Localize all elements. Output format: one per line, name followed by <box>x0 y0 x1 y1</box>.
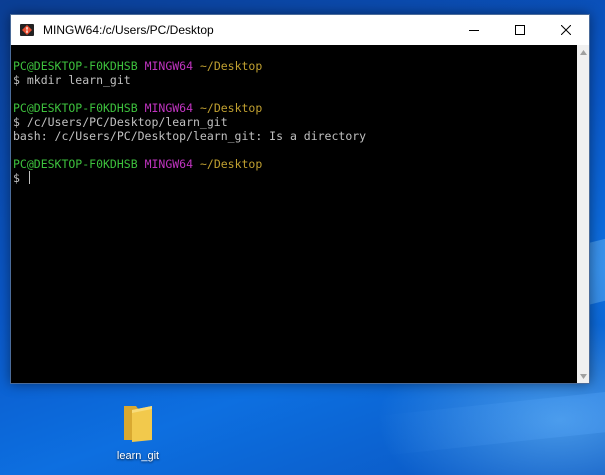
prompt-path: ~/Desktop <box>199 59 263 73</box>
git-bash-icon <box>20 24 34 36</box>
prompt-path: ~/Desktop <box>199 157 263 171</box>
title-bar[interactable]: MINGW64:/c/Users/PC/Desktop <box>11 15 589 45</box>
vertical-scrollbar[interactable] <box>577 45 589 383</box>
output-line: bash: /c/Users/PC/Desktop/learn_git: Is … <box>13 129 367 143</box>
window-title: MINGW64:/c/Users/PC/Desktop <box>43 23 214 37</box>
prompt-line: PC@DESKTOP-F0KDHSB MINGW64 ~/Desktop <box>13 101 577 115</box>
scroll-up-button[interactable] <box>577 45 589 59</box>
close-button[interactable] <box>543 15 589 45</box>
text-cursor <box>28 171 30 184</box>
minimize-button[interactable] <box>451 15 497 45</box>
desktop-icon-learn-git[interactable]: learn_git <box>106 400 170 462</box>
prompt-system: MINGW64 <box>144 59 194 73</box>
minimize-icon <box>469 30 479 31</box>
prompt-system: MINGW64 <box>144 157 194 171</box>
prompt-user-host: PC@DESKTOP-F0KDHSB <box>13 59 138 73</box>
command-prompt: $ <box>13 171 27 185</box>
folder-icon <box>124 406 152 442</box>
maximize-icon <box>515 25 525 35</box>
mingw-terminal-window[interactable]: MINGW64:/c/Users/PC/Desktop PC@DESKTOP-F… <box>10 14 590 384</box>
scroll-down-button[interactable] <box>577 369 589 383</box>
prompt-user-host: PC@DESKTOP-F0KDHSB <box>13 157 138 171</box>
prompt-system: MINGW64 <box>144 101 194 115</box>
window-controls <box>451 15 589 45</box>
prompt-user-host: PC@DESKTOP-F0KDHSB <box>13 101 138 115</box>
prompt-line: PC@DESKTOP-F0KDHSB MINGW64 ~/Desktop <box>13 59 577 73</box>
terminal-output[interactable]: PC@DESKTOP-F0KDHSB MINGW64 ~/Desktop $ m… <box>11 45 577 383</box>
chevron-down-icon <box>579 373 587 379</box>
input-line[interactable]: $ <box>13 171 577 185</box>
command-line: $ /c/Users/PC/Desktop/learn_git <box>13 115 228 129</box>
close-icon <box>561 25 571 35</box>
prompt-line: PC@DESKTOP-F0KDHSB MINGW64 ~/Desktop <box>13 157 577 171</box>
prompt-path: ~/Desktop <box>199 101 263 115</box>
wallpaper-light-beam <box>378 384 605 456</box>
command-line: $ mkdir learn_git <box>13 73 131 87</box>
chevron-up-icon <box>579 49 587 55</box>
maximize-button[interactable] <box>497 15 543 45</box>
desktop-icon-label: learn_git <box>116 450 160 462</box>
